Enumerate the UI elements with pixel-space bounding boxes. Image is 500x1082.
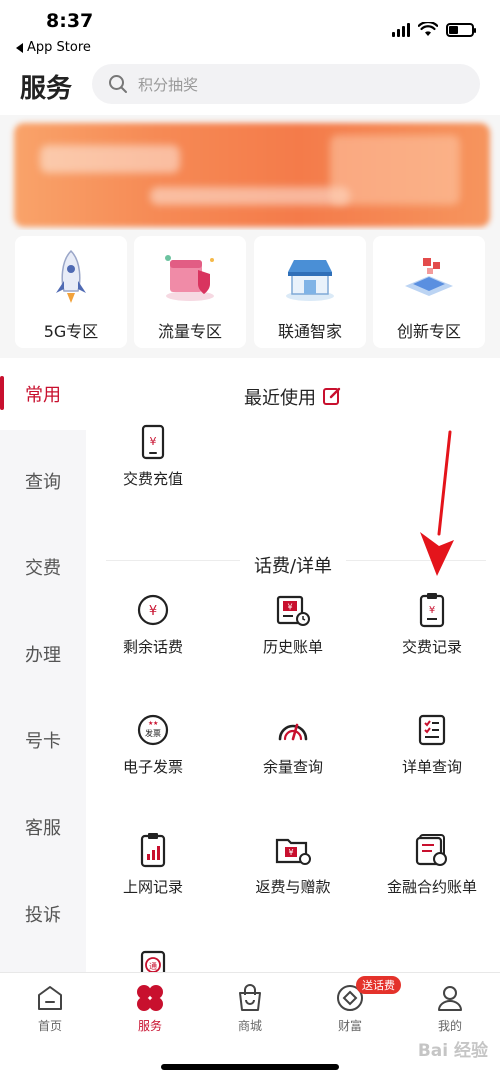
edit-icon[interactable]: [322, 386, 342, 406]
wealth-badge: 送话费: [356, 976, 401, 994]
quick-entry-label: 联通智家: [277, 322, 342, 341]
data-usage-icon: [133, 830, 173, 870]
category-sidebar: 常用 查询 交费 办理 号卡 客服 投诉: [0, 358, 86, 972]
back-label: App Store: [27, 40, 91, 55]
service-partial-item[interactable]: 通: [88, 948, 218, 972]
tab-mine[interactable]: 我的: [410, 983, 490, 1034]
service-financial-contract-bill[interactable]: 金融合约账单: [367, 830, 497, 897]
quick-entry-traffic[interactable]: 流量专区: [134, 236, 246, 348]
quick-entry-label: 创新专区: [396, 322, 461, 341]
bill-title-text: 话费/详单: [239, 556, 347, 577]
service-label: 上网记录: [122, 878, 183, 896]
service-label: 电子发票: [122, 758, 183, 776]
annotation-arrow-icon: [420, 430, 454, 576]
service-label: 金融合约账单: [386, 878, 477, 896]
payment-record-icon: ¥: [412, 590, 452, 630]
service-refund-gift[interactable]: ¥ 返费与赠款: [228, 830, 358, 897]
svg-text:¥: ¥: [150, 435, 157, 448]
laptop-icon: [397, 248, 461, 306]
status-icons: [392, 22, 476, 37]
service-detail-query[interactable]: 详单查询: [367, 710, 497, 777]
svg-text:★: ★: [153, 720, 158, 727]
svg-text:¥: ¥: [429, 605, 435, 616]
rocket-icon: [39, 248, 103, 306]
service-label: 详单查询: [401, 758, 462, 776]
invoice-icon-text: 发票: [145, 728, 161, 738]
tab-mall[interactable]: 商城: [210, 983, 290, 1034]
service-label: 返费与赠款: [255, 878, 331, 896]
service-clover-icon: [134, 983, 166, 1013]
svg-text:¥: ¥: [288, 848, 293, 857]
back-arrow-icon: [16, 42, 23, 53]
service-payment-record[interactable]: ¥ 交费记录: [367, 590, 497, 657]
promo-banner[interactable]: [0, 115, 500, 230]
svg-text:¥: ¥: [287, 603, 292, 612]
quick-entry-smart-home[interactable]: 联通智家: [254, 236, 366, 348]
tab-label: 财富: [337, 1019, 362, 1033]
sidebar-item-handle[interactable]: 办理: [0, 618, 86, 690]
service-label: 剩余话费: [122, 638, 183, 656]
battery-icon: [446, 22, 476, 37]
sidebar-item-query[interactable]: 查询: [0, 445, 86, 517]
refund-folder-icon: ¥: [273, 830, 313, 870]
store-icon: [278, 248, 342, 306]
quick-entry-5g[interactable]: 5G专区: [15, 236, 127, 348]
service-remaining-balance[interactable]: ¥ 剩余话费: [88, 590, 218, 657]
service-e-invoice[interactable]: ★ ★ 发票 电子发票: [88, 710, 218, 777]
service-label: 历史账单: [262, 638, 323, 656]
service-remaining-quota[interactable]: 余量查询: [228, 710, 358, 777]
header: 服务 积分抽奖: [0, 62, 500, 112]
shopping-bag-icon: [234, 983, 266, 1013]
tab-home[interactable]: 首页: [10, 983, 90, 1034]
status-bar: 8:37 App Store: [0, 0, 500, 62]
wifi-icon: [418, 22, 438, 36]
sidebar-item-customer-service[interactable]: 客服: [0, 791, 86, 863]
watermark: Bai 经验: [417, 1041, 488, 1061]
service-recharge[interactable]: ¥ 交费充值: [88, 422, 218, 489]
home-indicator: [161, 1064, 339, 1070]
page-title: 服务: [20, 74, 73, 104]
home-icon: [34, 983, 66, 1013]
quick-entry-row: 5G专区 流量专区 联通智家 创新专区: [0, 230, 500, 358]
tab-label: 我的: [437, 1019, 462, 1033]
contract-bill-icon: [412, 830, 452, 870]
status-time: 8:37: [46, 10, 94, 32]
search-placeholder: 积分抽奖: [138, 75, 199, 94]
gauge-icon: [273, 710, 313, 750]
search-icon: [109, 75, 127, 93]
sidebar-item-common[interactable]: 常用: [0, 358, 86, 430]
sidebar-item-complaint[interactable]: 投诉: [0, 878, 86, 950]
quick-entry-label: 流量专区: [157, 322, 222, 341]
recent-section-title: 最近使用: [86, 384, 500, 410]
service-label: 交费记录: [401, 638, 462, 656]
quick-entry-innovation[interactable]: 创新专区: [373, 236, 485, 348]
yen-circle-icon: ¥: [133, 590, 173, 630]
bill-history-icon: ¥: [273, 590, 313, 630]
phone-yen-icon: ¥: [133, 422, 173, 462]
svg-text:¥: ¥: [149, 604, 157, 619]
sidebar-item-sim-card[interactable]: 号卡: [0, 704, 86, 776]
profile-icon: [434, 983, 466, 1013]
back-to-app-store[interactable]: App Store: [16, 40, 91, 55]
partial-icon-text: 通: [149, 961, 157, 971]
search-input[interactable]: 积分抽奖: [92, 64, 480, 104]
service-data-record[interactable]: 上网记录: [88, 830, 218, 897]
shield-box-icon: [158, 248, 222, 306]
recent-title-text: 最近使用: [244, 388, 316, 409]
tab-label: 首页: [37, 1019, 62, 1033]
service-bill-history[interactable]: ¥ 历史账单: [228, 590, 358, 657]
cellular-signal-icon: [392, 22, 410, 37]
sidebar-item-payment[interactable]: 交费: [0, 531, 86, 603]
service-label: 交费充值: [122, 470, 183, 488]
tab-service[interactable]: 服务: [110, 983, 190, 1034]
service-label: 余量查询: [262, 758, 323, 776]
e-invoice-icon: ★ ★ 发票: [133, 710, 173, 750]
partial-service-icon: 通: [133, 948, 173, 972]
quick-entry-label: 5G专区: [43, 322, 99, 341]
checklist-icon: [412, 710, 452, 750]
tab-label: 商城: [237, 1019, 262, 1033]
tab-label: 服务: [137, 1019, 162, 1033]
